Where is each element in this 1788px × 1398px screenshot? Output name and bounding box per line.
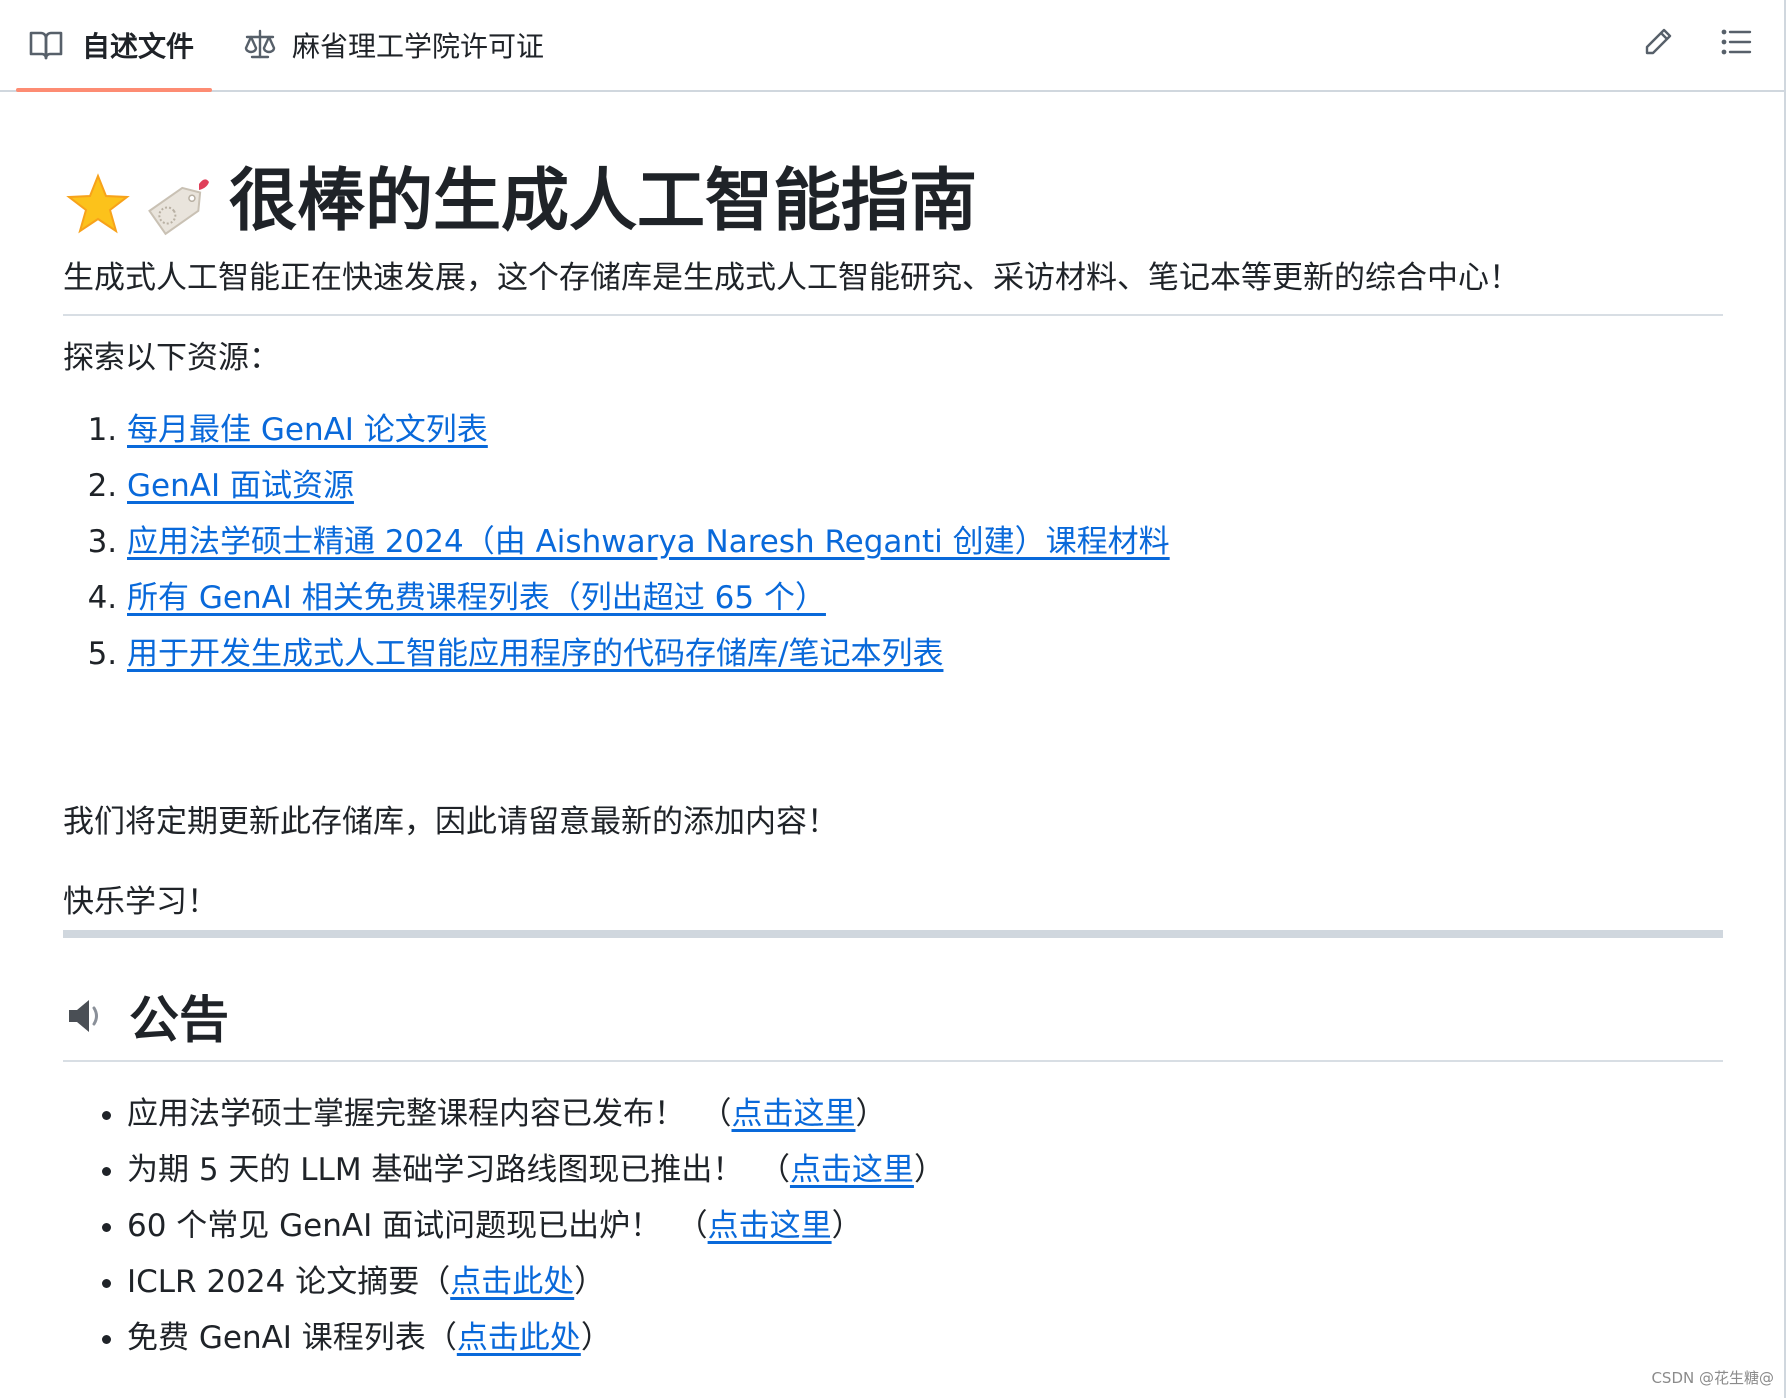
list-item: 免费 GenAI 课程列表（点击此处） [127,1310,945,1366]
tab-license[interactable]: 麻省理工学院许可证 [242,0,544,90]
paren-open: （ [692,1208,708,1244]
paren-close: ） [855,1096,887,1132]
announcement-text: ICLR 2024 论文摘要 [127,1264,420,1300]
tab-readme-label: 自述文件 [82,30,195,63]
paren-open: （ [425,1320,457,1356]
tab-license-label: 麻省理工学院许可证 [292,30,545,63]
edit-button[interactable] [1636,22,1680,66]
readme-panel: 自述文件 麻省理工学院许可证 很棒的生成人工智能指南 生成式人工智能正在快速发展… [0,0,1786,1398]
list-item: ICLR 2024 论文摘要（点击此处） [127,1254,945,1310]
scale-icon [242,27,278,63]
star-icon [63,168,133,238]
announcement-text: 应用法学硕士掌握完整课程内容已发布！ [127,1096,685,1132]
announcement-link[interactable]: 点击这里 [732,1096,856,1132]
paren-close: ） [913,1152,945,1188]
announcement-text: 为期 5 天的 LLM 基础学习路线图现已推出！ [127,1152,744,1188]
announcements-heading-text: 公告 [129,991,229,1049]
closing-text: 快乐学习！ [63,884,218,920]
paren-close: ） [831,1208,863,1244]
resource-link-course[interactable]: 应用法学硕士精通 2024（由 Aishwarya Naresh Reganti… [127,524,1170,560]
pencil-icon [1642,26,1674,62]
list-item: 用于开发生成式人工智能应用程序的代码存储库/笔记本列表 [127,626,1170,682]
resource-list: 每月最佳 GenAI 论文列表 GenAI 面试资源 应用法学硕士精通 2024… [63,402,1170,682]
paren-close: ） [574,1264,606,1300]
list-item: 应用法学硕士掌握完整课程内容已发布！ （点击这里） [127,1086,945,1142]
resource-link-notebooks[interactable]: 用于开发生成式人工智能应用程序的代码存储库/笔记本列表 [127,636,943,672]
list-item: 应用法学硕士精通 2024（由 Aishwarya Naresh Reganti… [127,514,1170,570]
announcement-list: 应用法学硕士掌握完整课程内容已发布！ （点击这里） 为期 5 天的 LLM 基础… [63,1086,945,1366]
list-icon [1720,26,1752,62]
list-item: 每月最佳 GenAI 论文列表 [127,402,1170,458]
list-item: 为期 5 天的 LLM 基础学习路线图现已推出！ （点击这里） [127,1142,945,1198]
announcement-link[interactable]: 点击这里 [790,1152,914,1188]
resource-link-free-courses[interactable]: 所有 GenAI 相关免费课程列表（列出超过 65 个） [127,580,826,616]
list-item: GenAI 面试资源 [127,458,1170,514]
intro-paragraph: 生成式人工智能正在快速发展，这个存储库是生成式人工智能研究、采访材料、笔记本等更… [63,260,1520,296]
page-title-text: 很棒的生成人工智能指南 [229,162,978,241]
paren-open: （ [419,1264,451,1300]
list-item: 60 个常见 GenAI 面试问题现已出炉！ （点击这里） [127,1198,945,1254]
table-of-contents-button[interactable] [1714,22,1758,66]
announcement-link[interactable]: 点击此处 [457,1320,581,1356]
book-icon [28,27,64,63]
label-tag-icon [143,168,213,238]
list-item: 所有 GenAI 相关免费课程列表（列出超过 65 个） [127,570,1170,626]
announcement-link[interactable]: 点击这里 [708,1208,832,1244]
announcement-text: 60 个常见 GenAI 面试问题现已出炉！ [127,1208,662,1244]
readme-tab-bar: 自述文件 麻省理工学院许可证 [0,0,1786,92]
update-note: 我们将定期更新此存储库，因此请留意最新的添加内容！ [63,804,838,840]
paren-close: ） [580,1320,612,1356]
announcement-link[interactable]: 点击此处 [450,1264,574,1300]
explore-heading: 探索以下资源： [63,340,280,376]
speaker-icon [63,992,111,1040]
resource-link-interview[interactable]: GenAI 面试资源 [127,468,354,504]
announcements-heading: 公告 [63,972,1723,1062]
watermark: CSDN @花生糖@ [1651,1369,1774,1387]
tab-readme[interactable]: 自述文件 [16,0,212,92]
announcement-text: 免费 GenAI 课程列表 [127,1320,426,1356]
section-divider [63,930,1723,938]
paren-open: （ [774,1152,790,1188]
resource-link-papers[interactable]: 每月最佳 GenAI 论文列表 [127,412,488,448]
paren-open: （ [716,1096,732,1132]
